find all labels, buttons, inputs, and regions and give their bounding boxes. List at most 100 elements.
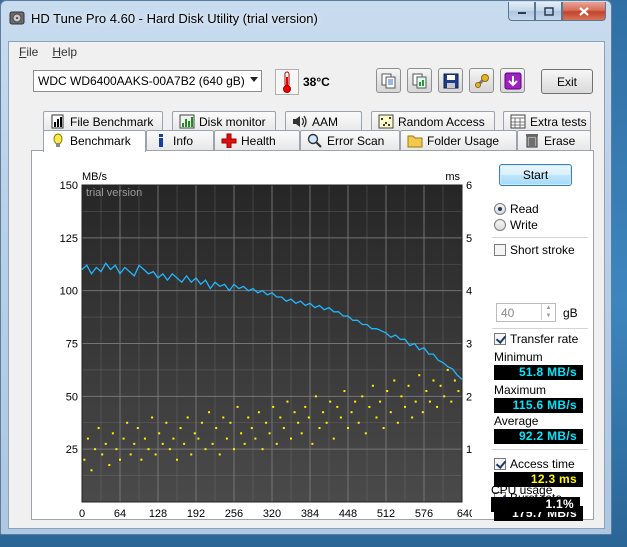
access-time-check <box>494 458 506 470</box>
separator <box>492 449 588 450</box>
access-time-dot <box>453 379 456 382</box>
access-time-dot <box>211 442 214 445</box>
tab-aam[interactable]: AAM <box>285 111 362 131</box>
tab-health[interactable]: Health <box>214 130 300 150</box>
average-value: 92.2 MB/s <box>494 429 583 444</box>
access-time-dot <box>193 432 196 435</box>
tab-file-benchmark[interactable]: File Benchmark <box>43 111 163 131</box>
spin-down-icon[interactable]: ▼ <box>541 312 555 320</box>
access-time-dot <box>143 437 146 440</box>
benchmark-icon <box>53 133 63 147</box>
tab-disk-monitor[interactable]: Disk monitor <box>172 111 276 131</box>
x-tick-label: 64 <box>114 508 126 519</box>
access-time-dot <box>257 411 260 414</box>
access-time-dot <box>261 448 264 451</box>
write-radio-dot <box>494 219 506 231</box>
tab-erase[interactable]: Erase <box>517 130 591 150</box>
x-tick-label: 384 <box>301 508 319 519</box>
menu-help[interactable]: Help <box>45 42 84 62</box>
read-radio[interactable]: Read <box>494 202 539 216</box>
close-icon <box>579 6 589 16</box>
save-icon <box>443 73 458 88</box>
access-time-dot <box>197 437 200 440</box>
access-time-dot <box>439 384 442 387</box>
access-time-dot <box>136 427 139 430</box>
access-time-dot <box>97 427 100 430</box>
download-icon <box>504 72 521 89</box>
access-time-dot <box>140 458 143 461</box>
access-time-dot <box>314 395 317 398</box>
temperature-value: 38°C <box>303 75 330 89</box>
menu-bar: File Help <box>9 42 604 62</box>
short-stroke-checkbox[interactable]: Short stroke <box>494 243 575 257</box>
x-tick-label: 256 <box>225 508 243 519</box>
write-radio[interactable]: Write <box>494 218 538 232</box>
access-time-dot <box>208 411 211 414</box>
menu-help-mnemonic: H <box>52 45 62 59</box>
access-time-dot <box>101 453 104 456</box>
start-button[interactable]: Start <box>499 164 572 186</box>
tab-disk-monitor-label: Disk monitor <box>199 115 266 129</box>
access-time-dot <box>229 421 232 424</box>
copy-screenshot-icon <box>412 73 426 88</box>
health-cross-icon <box>221 133 237 148</box>
access-time-dot <box>129 453 132 456</box>
x-tick-label: 128 <box>149 508 167 519</box>
tab-random-access[interactable]: Random Access <box>371 111 495 131</box>
tab-benchmark-label: Benchmark <box>70 134 131 148</box>
access-time-dot <box>371 384 374 387</box>
x-tick-label: 640 <box>457 508 472 519</box>
access-time-dot <box>200 421 203 424</box>
benchmark-chart-svg: trial version 25 50 75 100 125 150 10 20 30 40 50 60… <box>60 171 490 520</box>
drive-select[interactable]: WDC WD6400AAKS-00A7B2 (640 gB) <box>33 70 262 92</box>
short-stroke-value: 40 <box>501 306 515 320</box>
download-button[interactable] <box>500 68 525 93</box>
tab-health-label: Health <box>241 134 276 148</box>
y-right-tick-label: 30 <box>466 339 472 351</box>
access-time-dot <box>311 442 314 445</box>
minimum-value: 51.8 MB/s <box>494 365 583 380</box>
tab-info[interactable]: Info <box>146 130 214 150</box>
access-time-dot <box>396 421 399 424</box>
tab-error-scan[interactable]: Error Scan <box>300 130 400 150</box>
access-time-checkbox[interactable]: Access time <box>494 457 575 471</box>
x-tick-label: 512 <box>377 508 395 519</box>
short-stroke-spinner[interactable]: 40 ▲ ▼ <box>496 303 556 322</box>
save-button[interactable] <box>438 68 463 93</box>
access-time-dot <box>446 368 449 371</box>
short-stroke-label: Short stroke <box>510 243 575 257</box>
menu-file[interactable]: File <box>12 42 45 62</box>
access-time-dot <box>357 421 360 424</box>
maximize-button[interactable] <box>535 2 562 21</box>
transfer-rate-checkbox[interactable]: Transfer rate <box>494 332 578 346</box>
access-time-dot <box>151 416 154 419</box>
tab-folder-usage[interactable]: Folder Usage <box>400 130 517 150</box>
access-time-dot <box>186 416 189 419</box>
minimize-button[interactable] <box>508 2 535 21</box>
tab-benchmark[interactable]: Benchmark <box>43 130 146 152</box>
access-time-dot <box>240 432 243 435</box>
benchmark-chart: trial version 25 50 75 100 125 150 10 20 30 40 50 60… <box>32 151 490 520</box>
copy-screenshot-button[interactable] <box>407 68 432 93</box>
access-time-dot <box>443 395 446 398</box>
access-time-dot <box>332 437 335 440</box>
title-bar[interactable]: HD Tune Pro 4.60 - Hard Disk Utility (tr… <box>1 1 611 33</box>
tab-erase-label: Erase <box>544 134 576 148</box>
close-button[interactable] <box>562 2 606 21</box>
access-time-dot <box>325 421 328 424</box>
access-time-dot <box>293 411 296 414</box>
access-time-dot <box>279 416 282 419</box>
tab-extra-tests[interactable]: Extra tests <box>503 111 591 131</box>
hd-tune-app-icon <box>9 11 25 25</box>
copy-text-button[interactable] <box>376 68 401 93</box>
options-button[interactable] <box>469 68 494 93</box>
spin-up-icon[interactable]: ▲ <box>541 304 555 312</box>
access-time-dot <box>290 437 292 440</box>
access-time-dot <box>400 395 403 398</box>
access-time-dot <box>225 437 228 440</box>
exit-button[interactable]: Exit <box>541 69 593 94</box>
average-label: Average <box>494 414 539 428</box>
access-time-dot <box>418 374 421 377</box>
access-time-dot <box>115 448 118 451</box>
access-time-dot <box>361 395 364 398</box>
